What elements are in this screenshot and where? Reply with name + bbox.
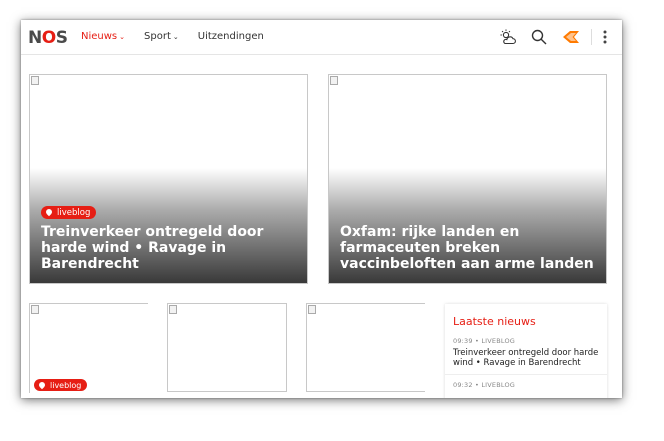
nav-item-label: Sport — [144, 31, 171, 42]
npo-start-icon[interactable] — [561, 28, 579, 46]
main-nav: Nieuws ⌄ Sport ⌄ Uitzendingen — [81, 31, 283, 42]
news-category: LIVEBLOG — [481, 381, 516, 389]
featured-title: Treinverkeer ontregeld door harde wind •… — [41, 224, 264, 272]
chevron-down-icon: ⌄ — [119, 33, 126, 41]
site-header: NOS Nieuws ⌄ Sport ⌄ Uitzendingen — [21, 20, 622, 55]
liveblog-badge: liveblog — [34, 379, 88, 391]
news-category: LIVEBLOG — [481, 337, 516, 345]
weather-icon[interactable] — [499, 28, 517, 46]
broken-image-icon — [169, 305, 177, 314]
nav-item-nieuws[interactable]: Nieuws ⌄ — [81, 31, 125, 42]
header-divider — [591, 29, 592, 45]
latest-news-item[interactable]: 09:32 • LIVEBLOG — [445, 375, 607, 389]
news-time: 09:39 — [453, 337, 473, 345]
news-headline: Treinverkeer ontregeld door harde wind •… — [453, 348, 599, 368]
chevron-down-icon: ⌄ — [172, 33, 179, 41]
nav-item-label: Nieuws — [81, 31, 118, 42]
broken-image-icon — [330, 76, 338, 85]
badge-label: liveblog — [50, 380, 82, 390]
latest-news-heading: Laatste nieuws — [453, 315, 536, 328]
broken-image-icon — [31, 76, 39, 85]
location-pin-icon — [37, 380, 47, 389]
news-time: 09:32 — [453, 381, 473, 389]
article-tile-2[interactable] — [167, 303, 287, 392]
news-meta: 09:39 • LIVEBLOG — [453, 337, 516, 345]
header-actions — [486, 28, 608, 46]
featured-title: Oxfam: rijke landen en farmaceuten breke… — [340, 224, 594, 272]
browser-frame: NOS Nieuws ⌄ Sport ⌄ Uitzendingen livebl… — [21, 20, 622, 398]
broken-image-icon — [308, 305, 316, 314]
search-icon[interactable] — [530, 28, 548, 46]
latest-news-item[interactable]: 09:39 • LIVEBLOG Treinverkeer ontregeld … — [445, 337, 607, 368]
article-tile-3[interactable] — [306, 303, 425, 392]
more-vertical-icon[interactable] — [602, 28, 608, 46]
latest-news-panel: Laatste nieuws 09:39 • LIVEBLOG Treinver… — [445, 304, 607, 398]
article-tile-1[interactable]: liveblog — [29, 303, 148, 393]
broken-image-icon — [31, 305, 39, 314]
liveblog-badge: liveblog — [41, 206, 97, 219]
nav-item-sport[interactable]: Sport ⌄ — [144, 31, 179, 42]
nos-logo[interactable]: NOS — [28, 28, 68, 48]
news-meta: 09:32 • LIVEBLOG — [453, 381, 516, 389]
featured-article-1[interactable]: liveblog Treinverkeer ontregeld door har… — [29, 74, 308, 284]
location-pin-icon — [44, 207, 54, 217]
featured-article-2[interactable]: Oxfam: rijke landen en farmaceuten breke… — [328, 74, 607, 284]
nav-item-uitzendingen[interactable]: Uitzendingen — [198, 31, 264, 42]
badge-label: liveblog — [57, 207, 91, 218]
nav-item-label: Uitzendingen — [197, 31, 264, 42]
